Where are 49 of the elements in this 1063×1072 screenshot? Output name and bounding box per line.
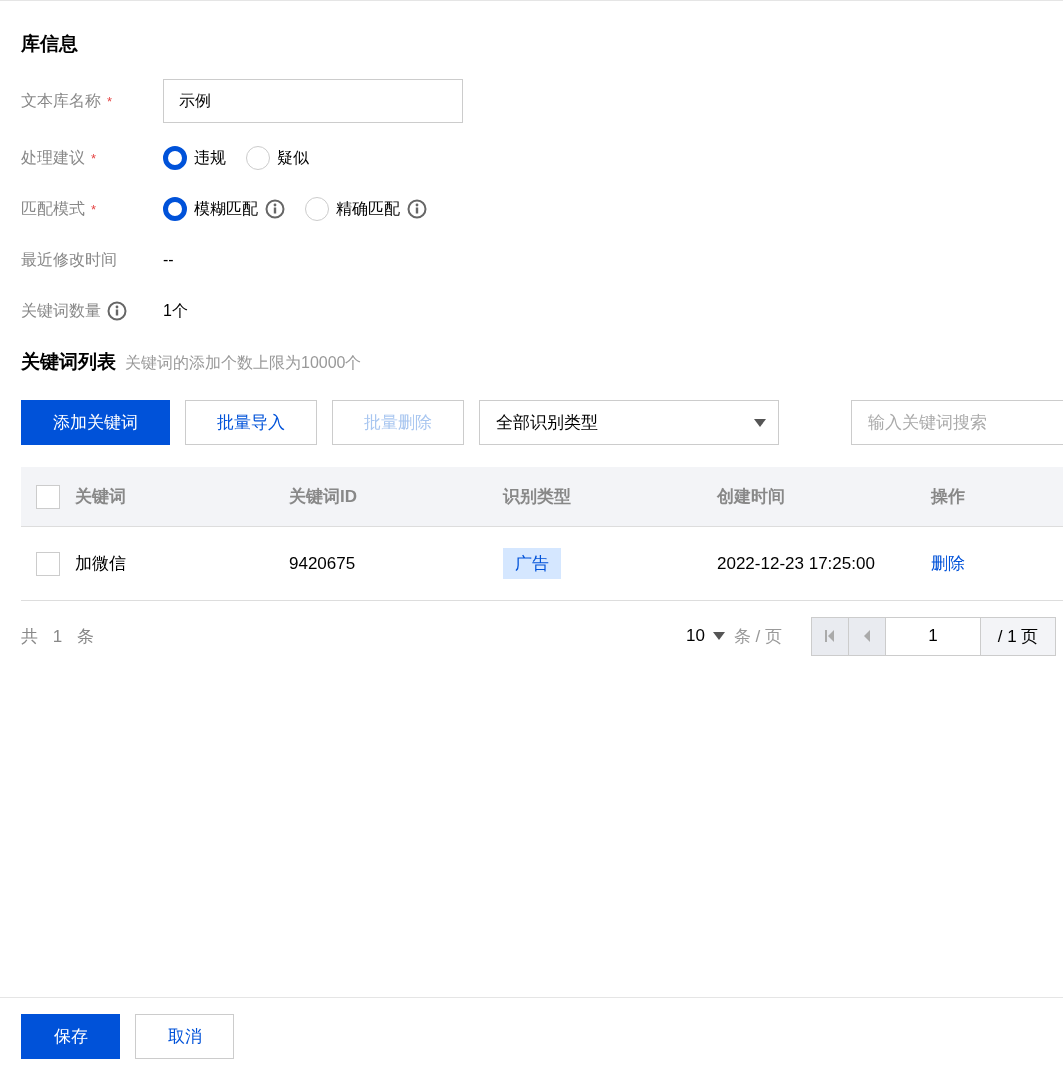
toolbar-button[interactable]: 添加关键词: [21, 400, 170, 445]
field-label: 文本库名称: [21, 90, 101, 111]
delete-link[interactable]: 删除: [931, 552, 965, 575]
field-value: 1个: [163, 300, 188, 321]
field-label: 处理建议: [21, 147, 85, 168]
column-header: 创建时间: [717, 486, 786, 508]
page-size-unit: 条 / 页: [733, 625, 783, 648]
first-page-button[interactable]: [811, 616, 850, 656]
table-cell-text: 加微信: [75, 553, 127, 575]
field-label: 关键词数量: [21, 300, 101, 321]
toolbar-button[interactable]: 批量导入: [185, 400, 317, 445]
first-page-icon: [825, 630, 836, 642]
checkbox[interactable]: [36, 484, 60, 509]
column-header: 操作: [931, 486, 966, 508]
radio-label[interactable]: 精确匹配: [336, 198, 400, 220]
required-mark: *: [107, 93, 113, 109]
checkbox[interactable]: [36, 551, 60, 576]
field-value: --: [163, 251, 174, 269]
radio-label[interactable]: 疑似: [277, 147, 309, 169]
search-field[interactable]: 输入关键词搜索: [851, 400, 1063, 445]
field-label: 最近修改时间: [21, 249, 117, 270]
table-cell-text: 9420675: [289, 553, 357, 574]
column-header: 关键词: [75, 486, 127, 508]
prev-page-button[interactable]: [848, 616, 887, 656]
section-title: 库信息: [21, 32, 79, 56]
list-hint: 关键词的添加个数上限为10000个: [125, 353, 362, 373]
radio-button[interactable]: [163, 146, 187, 170]
table-cell-text: 2022-12-23 17:25:00: [717, 553, 876, 574]
input-field[interactable]: 示例: [163, 79, 463, 123]
page-total: / 1 页: [980, 616, 1057, 656]
required-mark: *: [91, 150, 97, 166]
page-input[interactable]: 1: [885, 616, 982, 656]
total-count: 共 1 条: [21, 625, 98, 648]
required-mark: *: [91, 201, 97, 217]
radio-label[interactable]: 违规: [194, 147, 226, 169]
caret-icon: [754, 418, 766, 427]
list-title: 关键词列表: [21, 350, 116, 374]
page-size-select[interactable]: 10: [685, 626, 725, 646]
field-label: 匹配模式: [21, 198, 85, 219]
column-header: 关键词ID: [289, 486, 358, 508]
radio-label[interactable]: 模糊匹配: [194, 198, 258, 220]
footer-button[interactable]: 保存: [21, 1014, 120, 1059]
column-header: 识别类型: [503, 486, 572, 508]
prev-page-icon: [863, 630, 872, 642]
caret-icon: [712, 632, 725, 640]
footer-button[interactable]: 取消: [135, 1014, 234, 1059]
type-select[interactable]: 全部识别类型: [479, 400, 779, 445]
radio-button[interactable]: [163, 197, 187, 221]
type-tag: 广告: [503, 548, 561, 579]
